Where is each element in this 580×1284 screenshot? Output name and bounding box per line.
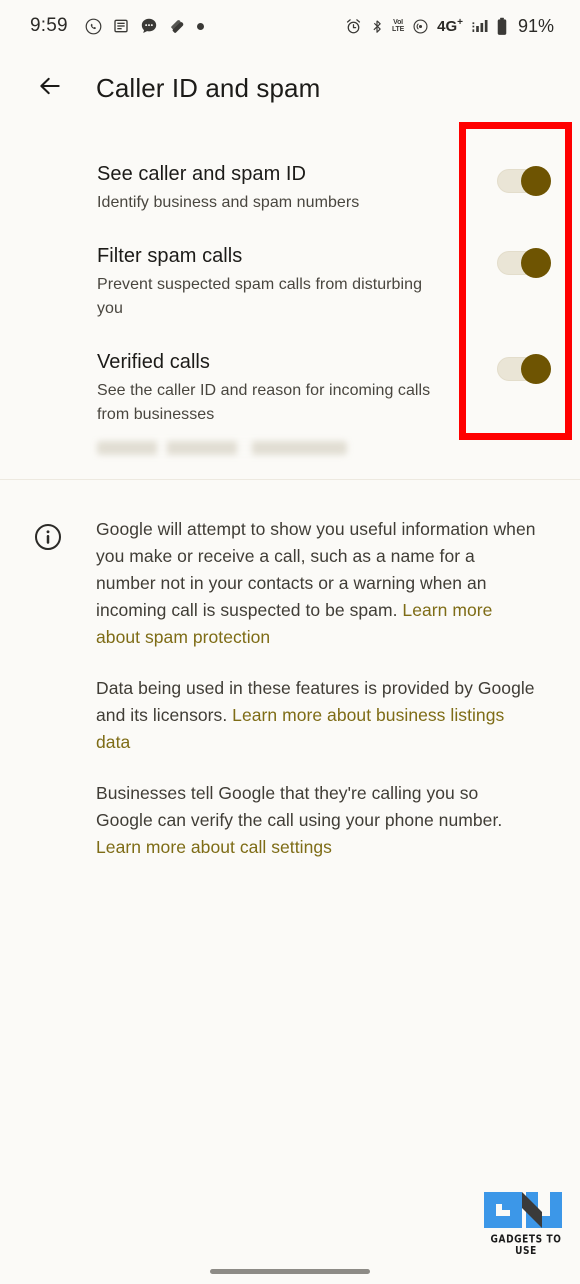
settings-list: See caller and spam ID Identify business… — [0, 124, 580, 480]
hotspot-icon — [412, 18, 429, 35]
watermark-label: GADGETS TO USE — [490, 1234, 562, 1258]
switch-track — [497, 166, 551, 196]
back-button[interactable] — [26, 64, 74, 112]
app-icon — [169, 18, 186, 35]
dot-icon — [196, 22, 204, 30]
volte-bottom-label: LTE — [392, 26, 405, 33]
info-paragraph-2: Data being used in these features is pro… — [96, 675, 538, 756]
info-circle-icon — [22, 516, 74, 861]
row-text: Filter spam calls Prevent suspected spam… — [97, 243, 475, 321]
info-text: Businesses tell Google that they're call… — [96, 783, 503, 830]
page-title: Caller ID and spam — [96, 72, 321, 103]
switch-track — [497, 354, 551, 384]
toggle-see-caller-and-spam-id[interactable] — [475, 161, 551, 196]
watermark: GADGETS TO USE — [480, 1190, 572, 1258]
setting-subtitle: Prevent suspected spam calls from distur… — [97, 276, 423, 317]
network-type-label: 4G+ — [437, 17, 463, 35]
info-paragraphs: Google will attempt to show you useful i… — [74, 516, 538, 861]
app-bar: Caller ID and spam — [0, 52, 580, 124]
whatsapp-icon — [85, 18, 102, 35]
setting-row-see-caller-and-spam-id[interactable]: See caller and spam ID Identify business… — [0, 147, 580, 229]
status-bar-right: VoI LTE 4G+ 91% — [345, 16, 554, 37]
status-bar-clock: 9:59 — [30, 15, 68, 36]
setting-subtitle: See the caller ID and reason for incomin… — [97, 382, 431, 423]
battery-percentage: 91% — [517, 15, 554, 36]
toggle-verified-calls[interactable] — [475, 349, 551, 384]
setting-title: Filter spam calls — [97, 245, 243, 267]
navigation-bar — [0, 1258, 580, 1284]
setting-row-verified-calls[interactable]: Verified calls See the caller ID and rea… — [0, 335, 580, 441]
signal-bars-icon — [471, 18, 488, 34]
news-icon — [113, 18, 129, 34]
row-text: See caller and spam ID Identify business… — [97, 161, 475, 215]
alarm-icon — [345, 18, 362, 35]
link-call-settings[interactable]: Learn more about call settings — [96, 837, 332, 857]
redacted-status-text — [97, 441, 347, 455]
row-text: Verified calls See the caller ID and rea… — [97, 349, 475, 427]
volte-top-label: VoI — [393, 19, 403, 26]
switch-thumb — [521, 354, 551, 384]
battery-icon — [496, 17, 508, 36]
back-arrow-icon — [37, 73, 63, 104]
volte-icon: VoI LTE — [392, 19, 404, 33]
gadgets-to-use-logo-icon — [484, 1192, 562, 1228]
status-bar-left: 9:59 — [30, 15, 204, 37]
info-section: Google will attempt to show you useful i… — [0, 480, 580, 861]
setting-title: See caller and spam ID — [97, 163, 306, 185]
status-bar: 9:59 VoI LTE 4G+ 91% — [0, 0, 580, 52]
info-paragraph-3: Businesses tell Google that they're call… — [96, 780, 538, 861]
toggle-filter-spam-calls[interactable] — [475, 243, 551, 278]
setting-subtitle: Identify business and spam numbers — [97, 194, 360, 211]
switch-thumb — [521, 248, 551, 278]
messages-icon — [140, 17, 158, 35]
switch-track — [497, 248, 551, 278]
setting-row-filter-spam-calls[interactable]: Filter spam calls Prevent suspected spam… — [0, 229, 580, 335]
switch-thumb — [521, 166, 551, 196]
setting-title: Verified calls — [97, 351, 210, 373]
info-paragraph-1: Google will attempt to show you useful i… — [96, 516, 538, 651]
home-indicator[interactable] — [210, 1268, 370, 1274]
bluetooth-icon — [370, 18, 384, 35]
